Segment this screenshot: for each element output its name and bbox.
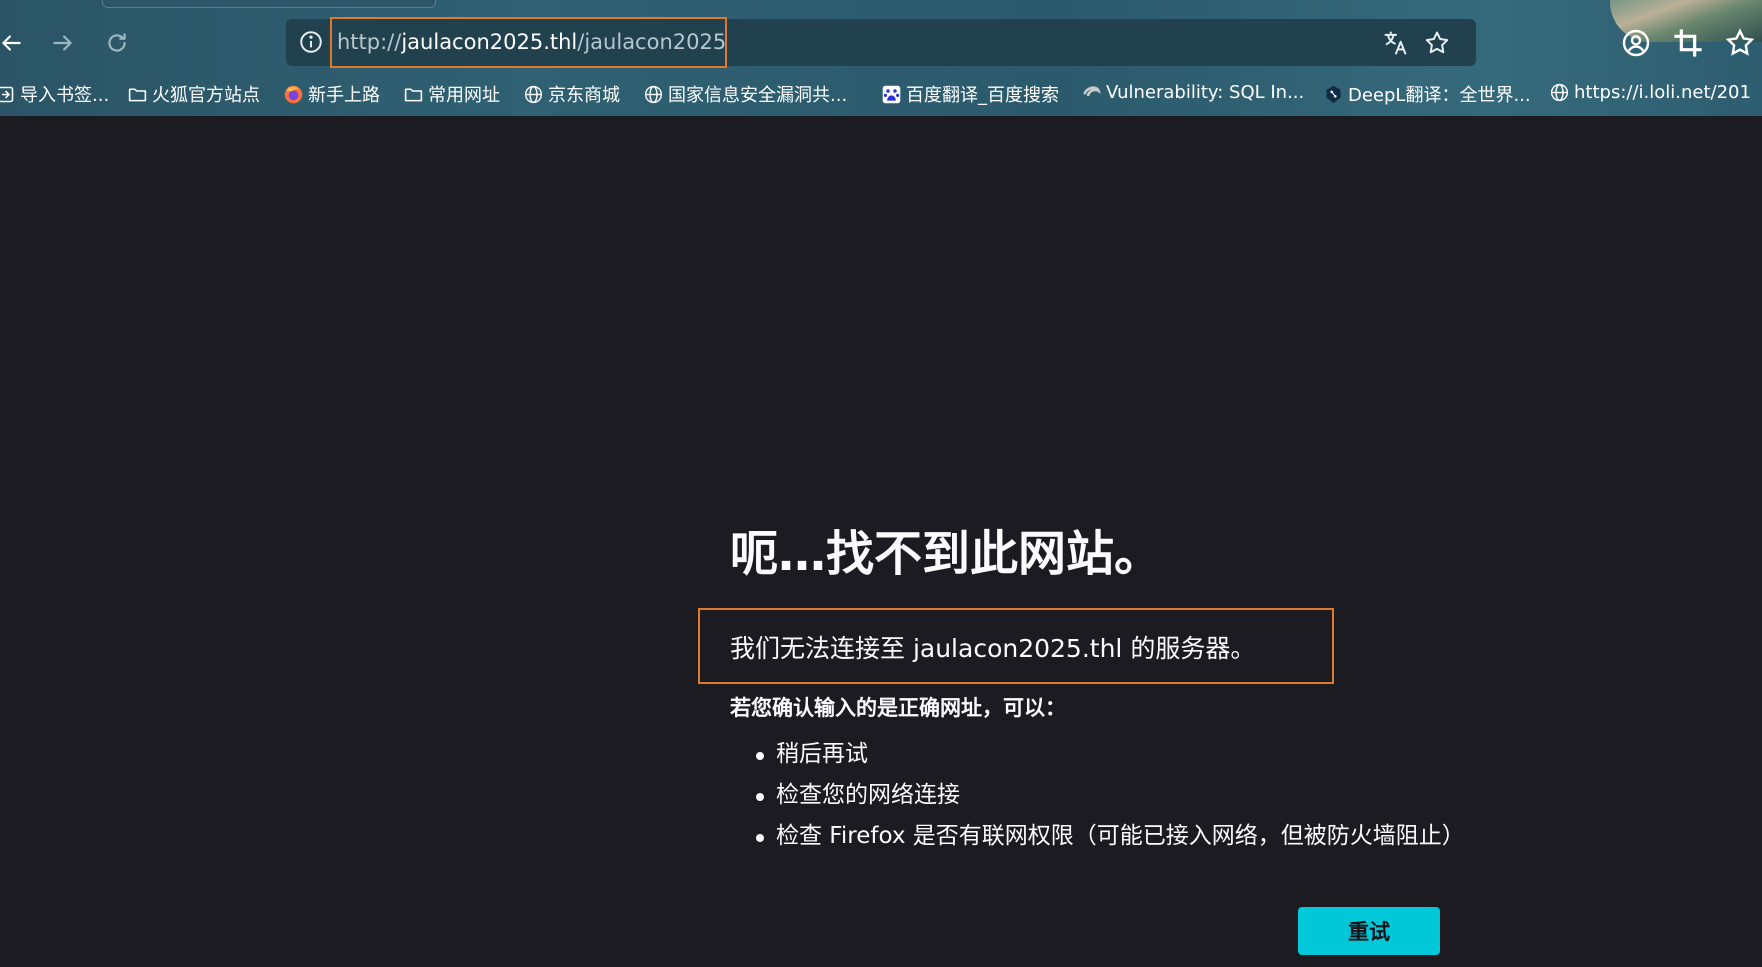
list-item: 稍后再试 — [756, 734, 1465, 775]
globe-icon — [1548, 81, 1570, 103]
extensions-icon[interactable] — [1724, 27, 1756, 59]
bookmark-star-icon[interactable] — [1423, 29, 1451, 57]
error-description: 我们无法连接至 jaulacon2025.thl 的服务器。 — [730, 634, 1256, 663]
dvwa-icon — [1080, 81, 1102, 103]
error-page: 呃…找不到此网站。 我们无法连接至 jaulacon2025.thl 的服务器。… — [0, 116, 1762, 967]
globe-icon — [522, 83, 544, 105]
site-info-icon[interactable] — [298, 29, 324, 55]
import-icon — [0, 83, 16, 105]
bookmark-label: 京东商城 — [548, 85, 620, 106]
suggestion-list: 稍后再试 检查您的网络连接 检查 Firefox 是否有联网权限（可能已接入网络… — [730, 734, 1465, 857]
bookmark-jd[interactable]: 京东商城 — [522, 81, 620, 107]
bookmark-label: 常用网址 — [428, 85, 500, 106]
translate-icon[interactable] — [1382, 29, 1410, 57]
bookmark-label: 百度翻译_百度搜索 — [906, 85, 1059, 106]
bookmark-label: Vulnerability: SQL In... — [1106, 81, 1305, 103]
globe-icon — [642, 83, 664, 105]
bookmark-firefox-official[interactable]: 火狐官方站点 — [126, 81, 260, 107]
bookmark-label: 国家信息安全漏洞共... — [668, 85, 848, 106]
folder-icon — [402, 83, 424, 105]
back-button[interactable] — [0, 26, 28, 60]
url-path: /jaulacon2025 — [577, 30, 727, 54]
firefox-icon — [282, 83, 304, 105]
account-icon[interactable] — [1620, 27, 1652, 59]
bookmark-label: 导入书签... — [20, 85, 110, 106]
url-scheme: http:// — [337, 30, 402, 54]
deepl-icon — [1322, 83, 1344, 105]
bookmark-import[interactable]: 导入书签... — [0, 81, 109, 107]
bookmark-common-sites[interactable]: 常用网址 — [402, 81, 500, 107]
bookmark-baidu-translate[interactable]: 百度翻译_百度搜索 — [880, 81, 1059, 107]
folder-icon — [126, 83, 148, 105]
bookmark-getting-started[interactable]: 新手上路 — [282, 81, 380, 107]
error-title: 呃…找不到此网站。 — [730, 526, 1163, 582]
forward-icon — [53, 35, 72, 51]
crop-screenshot-icon[interactable] — [1672, 27, 1704, 59]
reload-button[interactable] — [100, 26, 134, 60]
bookmark-label: https://i.loli.net/201 — [1574, 81, 1751, 103]
bookmark-cnvd[interactable]: 国家信息安全漏洞共... — [642, 81, 847, 107]
bookmark-label: 火狐官方站点 — [152, 85, 260, 106]
bookmark-dvwa[interactable]: Vulnerability: SQL In... — [1080, 81, 1304, 103]
bookmark-label: 新手上路 — [308, 85, 380, 106]
url-bar[interactable]: http://jaulacon2025.thl/jaulacon2025 — [286, 17, 1476, 68]
tab-strip-edge[interactable] — [102, 0, 436, 8]
baidu-icon — [880, 83, 902, 105]
forward-button[interactable] — [46, 26, 80, 60]
bookmark-deepl[interactable]: DeepL翻译：全世界... — [1322, 81, 1531, 107]
browser-chrome: http://jaulacon2025.thl/jaulacon2025 导入书… — [0, 0, 1762, 116]
list-item: 检查您的网络连接 — [756, 775, 1465, 816]
error-subtitle: 若您确认输入的是正确网址，可以： — [730, 696, 1066, 720]
back-icon — [2, 35, 21, 51]
list-item: 检查 Firefox 是否有联网权限（可能已接入网络，但被防火墙阻止） — [756, 816, 1465, 857]
bookmarks-toolbar: 导入书签... 火狐官方站点 新手上路 常用网址 京东商城 国家信息安全漏洞共.… — [0, 76, 1762, 112]
url-host: jaulacon2025.thl — [401, 30, 578, 54]
bookmark-label: DeepL翻译：全世界... — [1348, 85, 1531, 106]
retry-button[interactable]: 重试 — [1298, 907, 1440, 955]
url-text[interactable]: http://jaulacon2025.thl/jaulacon2025 — [337, 29, 726, 55]
reload-icon — [108, 33, 126, 52]
bookmark-loli[interactable]: https://i.loli.net/201 — [1548, 81, 1751, 103]
